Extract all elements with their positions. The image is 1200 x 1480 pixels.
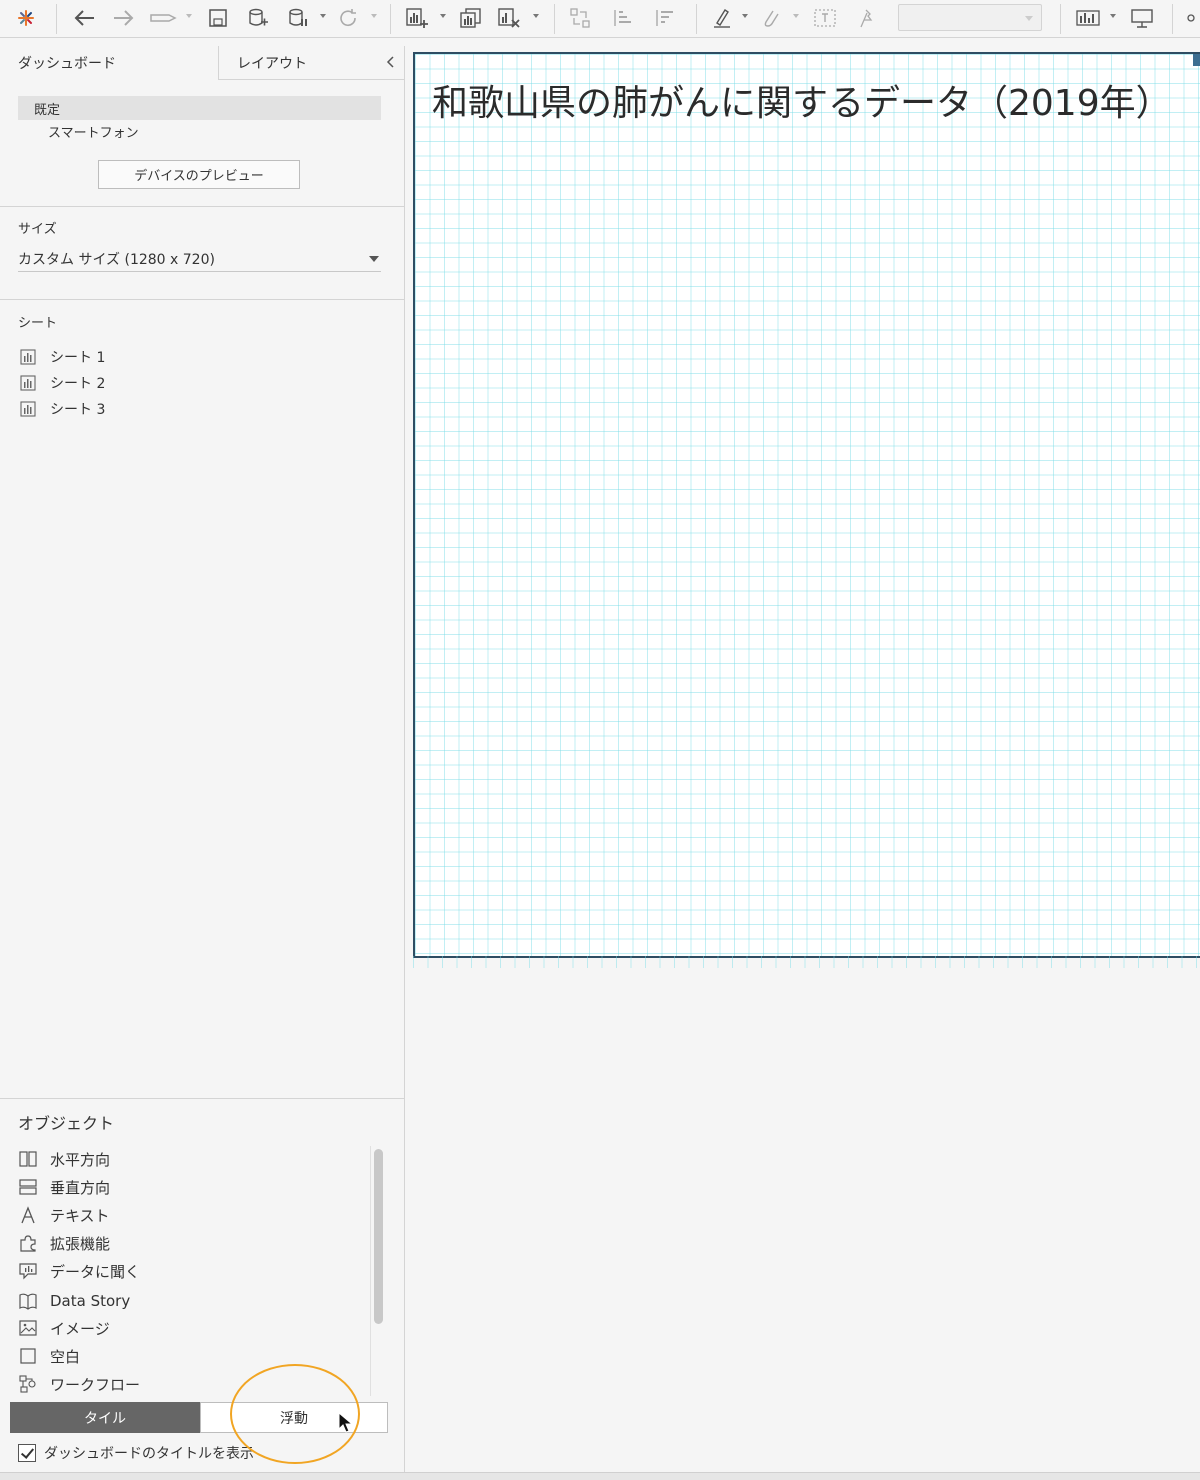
device-preview-button[interactable]: デバイスのプレビュー [98, 160, 300, 189]
tableau-logo-icon[interactable] [14, 4, 38, 32]
object-horizontal[interactable]: 水平方向 [18, 1147, 110, 1171]
tab-dashboard[interactable]: ダッシュボード [0, 46, 218, 80]
divider [0, 1098, 404, 1099]
replay-icon[interactable] [148, 4, 180, 32]
sheet-item[interactable]: シート 3 [18, 398, 105, 420]
annotate-icon[interactable] [758, 4, 782, 32]
pause-update-icon[interactable] [286, 4, 310, 32]
placement-tile-button[interactable]: タイル [10, 1402, 200, 1433]
object-image[interactable]: イメージ [18, 1316, 110, 1340]
more-icon[interactable] [1180, 4, 1200, 32]
object-label: テキスト [50, 1206, 110, 1225]
new-worksheet-icon[interactable] [404, 4, 430, 32]
fit-dropdown[interactable] [898, 4, 1042, 31]
sheet-tab-bar [0, 1472, 1200, 1480]
refresh-icon[interactable] [334, 4, 362, 32]
objects-label: オブジェクト [18, 1114, 115, 1133]
collapse-panel-icon[interactable] [383, 54, 399, 70]
dashboard-side-panel: ダッシュボード レイアウト 既定 スマートフォン デバイスのプレビュー サイズ … [0, 46, 405, 1480]
sheet-item[interactable]: シート 1 [18, 346, 105, 368]
undo-icon[interactable] [70, 4, 98, 32]
fix-axes-icon[interactable] [812, 4, 838, 32]
clear-sheet-icon[interactable] [496, 4, 522, 32]
object-data-story[interactable]: Data Story [18, 1289, 130, 1313]
object-label: 空白 [50, 1347, 81, 1366]
horizontal-container-icon [18, 1149, 38, 1169]
device-default[interactable]: 既定 [18, 96, 381, 120]
object-label: イメージ [50, 1319, 110, 1338]
object-label: データに聞く [50, 1262, 141, 1281]
size-label: サイズ [18, 222, 57, 237]
redo-icon[interactable] [110, 4, 138, 32]
swap-icon[interactable] [568, 4, 592, 32]
ask-data-icon [18, 1261, 38, 1281]
duplicate-sheet-icon[interactable] [458, 4, 484, 32]
sheet-item-label: シート 1 [50, 350, 106, 366]
checkbox-checked-icon[interactable] [18, 1444, 36, 1462]
workflow-icon [18, 1374, 38, 1394]
sheets-label: シート [18, 316, 58, 331]
panel-tabs: ダッシュボード レイアウト [0, 46, 404, 80]
sort-desc-icon[interactable] [652, 4, 676, 32]
extension-icon [18, 1233, 38, 1253]
object-extension[interactable]: 拡張機能 [18, 1231, 110, 1255]
size-select-value: カスタム サイズ (1280 x 720) [18, 251, 215, 268]
object-label: 拡張機能 [50, 1234, 111, 1253]
dashboard-canvas[interactable] [413, 52, 1200, 958]
show-me-icon[interactable] [1074, 4, 1104, 32]
object-label: Data Story [50, 1292, 131, 1310]
text-icon [18, 1205, 38, 1225]
object-label: ワークフロー [50, 1375, 141, 1394]
device-phone[interactable]: スマートフォン [48, 122, 139, 141]
objects-scrollbar[interactable] [374, 1149, 383, 1324]
object-label: 水平方向 [50, 1150, 111, 1169]
worksheet-icon [18, 348, 38, 366]
divider [0, 299, 404, 300]
show-dashboard-title-label: ダッシュボードのタイトルを表示 [44, 1446, 254, 1462]
object-vertical[interactable]: 垂直方向 [18, 1175, 110, 1199]
divider [0, 206, 404, 207]
object-text[interactable]: テキスト [18, 1203, 110, 1227]
pin-icon[interactable] [854, 4, 878, 32]
grid-overflow [413, 956, 1200, 968]
sheet-item-label: シート 3 [50, 402, 106, 418]
size-select[interactable]: カスタム サイズ (1280 x 720) [18, 246, 381, 272]
sheet-item[interactable]: シート 2 [18, 372, 105, 394]
presentation-icon[interactable] [1128, 4, 1156, 32]
new-datasource-icon[interactable] [246, 4, 270, 32]
highlight-icon[interactable] [710, 4, 734, 32]
dashboard-title[interactable]: 和歌山県の肺がんに関するデータ（2019年） [432, 74, 1172, 126]
worksheet-icon [18, 374, 38, 392]
data-story-icon [18, 1291, 38, 1311]
object-ask-data[interactable]: データに聞く [18, 1259, 140, 1283]
object-blank[interactable]: 空白 [18, 1344, 80, 1368]
save-icon[interactable] [206, 4, 230, 32]
object-label: 垂直方向 [50, 1178, 111, 1197]
object-workflow[interactable]: ワークフロー [18, 1372, 140, 1396]
vertical-container-icon [18, 1177, 38, 1197]
tab-layout[interactable]: レイアウト [218, 46, 404, 80]
sort-asc-icon[interactable] [610, 4, 634, 32]
show-dashboard-title-checkbox[interactable]: ダッシュボードのタイトルを表示 [18, 1442, 254, 1464]
toolbar [0, 0, 1200, 38]
selection-handle[interactable] [1193, 54, 1200, 66]
sheet-item-label: シート 2 [50, 376, 106, 392]
blank-icon [18, 1346, 38, 1366]
mouse-cursor-icon [338, 1411, 354, 1438]
image-icon [18, 1318, 38, 1338]
worksheet-icon [18, 400, 38, 418]
